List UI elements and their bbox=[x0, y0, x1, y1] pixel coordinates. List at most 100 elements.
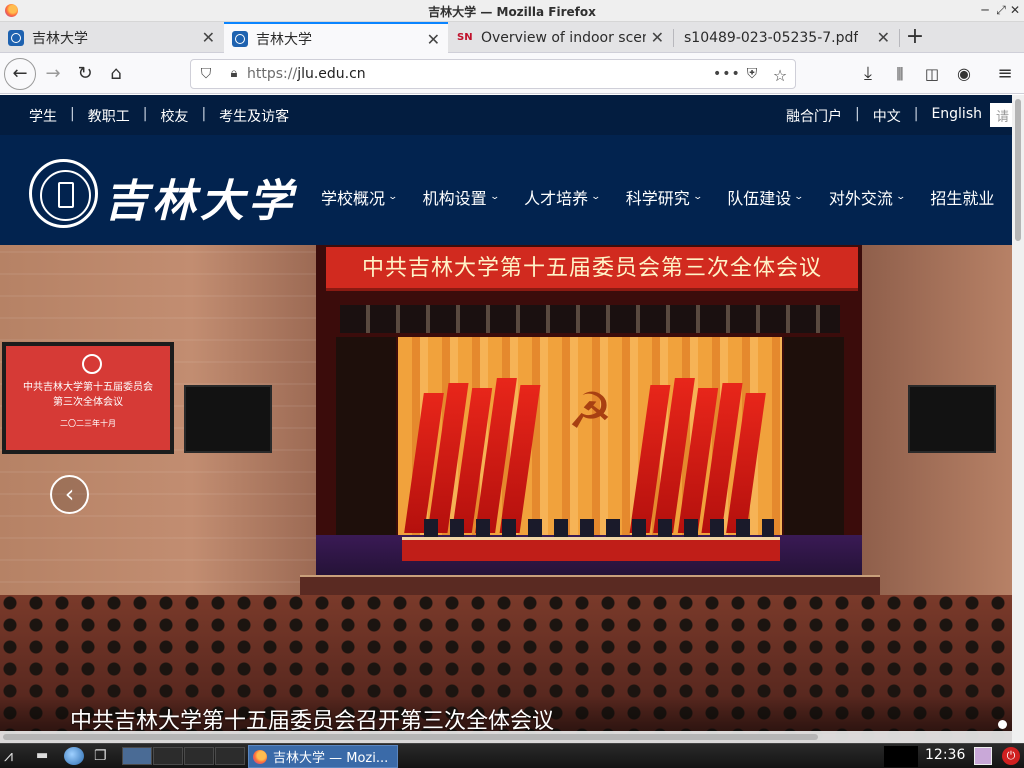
jlu-favicon-icon bbox=[232, 30, 248, 47]
user-icon[interactable] bbox=[974, 747, 992, 765]
tab-title: s10489-023-05235-7.pdf bbox=[684, 29, 859, 46]
divider: | bbox=[913, 106, 919, 122]
divider: | bbox=[70, 106, 75, 122]
window-titlebar: 吉林大学 — Mozilla Firefox ─ ⤢ ✕ bbox=[0, 0, 1024, 22]
slider-prev-icon[interactable]: ‹ bbox=[50, 475, 89, 514]
screen-seal-icon bbox=[82, 354, 102, 374]
workspace-1[interactable] bbox=[122, 747, 152, 765]
nav-item-admissions[interactable]: 招生就业 bbox=[930, 185, 994, 209]
tab-separator bbox=[899, 29, 900, 47]
browser-icon[interactable] bbox=[64, 747, 84, 765]
nav-label: 招生就业 bbox=[930, 189, 995, 208]
url-bar[interactable]: ⛉ 🔒︎ https://jlu.edu.cn ••• ⛨ ☆ bbox=[190, 59, 796, 89]
back-icon[interactable]: ← bbox=[4, 58, 36, 90]
slide-dot[interactable] bbox=[998, 720, 1007, 729]
party-emblem-icon: ☭ bbox=[567, 382, 613, 440]
workspace-3[interactable] bbox=[184, 747, 214, 765]
lock-icon[interactable]: 🔒︎ bbox=[225, 66, 243, 81]
horizontal-scrollbar[interactable] bbox=[0, 731, 1012, 743]
nav-label: 队伍建设 bbox=[727, 189, 792, 208]
more-dots-icon[interactable]: ••• bbox=[713, 66, 740, 82]
nav-item-faculty[interactable]: 队伍建设 ⌄ bbox=[727, 185, 805, 209]
sidebar-icon[interactable]: ◫ bbox=[917, 59, 947, 89]
home-icon[interactable]: ⌂ bbox=[101, 59, 131, 89]
nav-toolbar: ← → ↻ ⌂ ⛉ 🔒︎ https://jlu.edu.cn ••• ⛨ ☆ … bbox=[0, 53, 1024, 94]
restore-icon[interactable]: ⤢ bbox=[994, 2, 1008, 18]
link-alumni[interactable]: 校友 bbox=[160, 106, 188, 126]
link-chinese[interactable]: 中文 bbox=[873, 106, 901, 126]
account-icon[interactable]: ◉ bbox=[949, 59, 979, 89]
os-taskbar: ⩘ ▬ ❐ 吉林大学 — Mozi... 12:36 ⏻ bbox=[0, 743, 1024, 768]
star-icon[interactable]: ☆ bbox=[771, 66, 789, 85]
pocket-icon[interactable]: ⛨ bbox=[743, 66, 761, 82]
screen-date: 二〇二三年十月 bbox=[60, 419, 116, 428]
hero-slider[interactable]: 中共吉林大学第十五届委员会 第三次全体会议 二〇二三年十月 中共吉林大学第十五届… bbox=[0, 245, 1012, 743]
nav-item-education[interactable]: 人才培养 ⌄ bbox=[524, 185, 602, 209]
nav-label: 人才培养 bbox=[524, 189, 589, 208]
close-tab-icon[interactable]: ✕ bbox=[877, 28, 890, 47]
flags-right bbox=[629, 373, 776, 533]
chevron-down-icon: ⌄ bbox=[590, 192, 602, 202]
scrollbar-thumb[interactable] bbox=[3, 734, 818, 740]
vertical-scrollbar[interactable] bbox=[1012, 95, 1024, 743]
window-title: 吉林大学 — Mozilla Firefox bbox=[428, 5, 596, 19]
utility-links: 融合门户 | 中文 | English bbox=[786, 106, 982, 126]
taskbar-firefox-task[interactable]: 吉林大学 — Mozi... bbox=[248, 745, 398, 768]
tray-area bbox=[884, 746, 918, 767]
scrollbar-thumb[interactable] bbox=[1015, 99, 1021, 241]
power-icon[interactable]: ⏻ bbox=[1002, 747, 1020, 765]
stage-banner: 中共吉林大学第十五届委员会第三次全体会议 bbox=[326, 247, 858, 291]
logo-text[interactable]: 吉林大学 bbox=[104, 165, 296, 229]
library-icon[interactable]: ⫼ bbox=[885, 59, 915, 89]
divider: | bbox=[855, 106, 860, 122]
presidium-row bbox=[424, 519, 774, 539]
app-menu-icon[interactable]: ⩘ bbox=[4, 747, 24, 765]
url-host: jlu.edu.cn bbox=[297, 66, 366, 82]
tab-pdf[interactable]: s10489-023-05235-7.pdf ✕ bbox=[674, 22, 898, 53]
link-visitors[interactable]: 考生及访客 bbox=[219, 106, 289, 126]
link-portal[interactable]: 融合门户 bbox=[786, 106, 842, 126]
workspace-2[interactable] bbox=[153, 747, 183, 765]
site-search-input[interactable]: 请 bbox=[990, 103, 1012, 127]
main-nav: 学校概况 ⌄ 机构设置 ⌄ 人才培养 ⌄ 科学研究 ⌄ 队伍建设 ⌄ 对外交流 ⌄ 招生就业 bbox=[321, 185, 1012, 209]
close-tab-icon[interactable]: ✕ bbox=[202, 28, 215, 47]
shield-icon[interactable]: ⛉ bbox=[197, 66, 215, 82]
link-english[interactable]: English bbox=[931, 106, 982, 126]
nav-item-departments[interactable]: 机构设置 ⌄ bbox=[423, 185, 500, 209]
nav-item-research[interactable]: 科学研究 ⌄ bbox=[626, 185, 703, 209]
url-text[interactable]: https://jlu.edu.cn bbox=[247, 66, 366, 82]
link-students[interactable]: 学生 bbox=[29, 106, 57, 126]
task-label: 吉林大学 — Mozi... bbox=[273, 751, 389, 766]
nav-label: 对外交流 bbox=[828, 189, 893, 208]
files-icon[interactable]: ▬ bbox=[36, 747, 56, 765]
link-staff[interactable]: 教职工 bbox=[88, 106, 130, 126]
new-tab-icon[interactable]: + bbox=[902, 24, 928, 49]
download-icon[interactable]: ⤓ bbox=[853, 59, 883, 89]
workspace-4[interactable] bbox=[215, 747, 245, 765]
tab-strip: 吉林大学 ✕ 吉林大学 ✕ SN Overview of indoor scen… bbox=[0, 22, 1024, 53]
divider: | bbox=[201, 106, 207, 122]
nav-item-about[interactable]: 学校概况 ⌄ bbox=[321, 185, 398, 209]
page-viewport: 学生 | 教职工 | 校友 | 考生及访客 融合门户 | 中文 | Englis… bbox=[0, 95, 1012, 743]
curtain-side bbox=[784, 337, 844, 545]
curtain-side bbox=[336, 337, 396, 545]
close-tab-icon[interactable]: ✕ bbox=[427, 30, 440, 49]
forward-icon[interactable]: → bbox=[38, 59, 68, 89]
minimize-icon[interactable]: ─ bbox=[978, 2, 992, 18]
close-window-icon[interactable]: ✕ bbox=[1008, 2, 1022, 18]
chevron-down-icon: ⌄ bbox=[793, 192, 805, 202]
close-tab-icon[interactable]: ✕ bbox=[651, 28, 664, 47]
site-topbar: 学生 | 教职工 | 校友 | 考生及访客 融合门户 | 中文 | Englis… bbox=[0, 95, 1012, 135]
menu-icon[interactable]: ≡ bbox=[990, 59, 1020, 89]
windows-icon[interactable]: ❐ bbox=[94, 747, 114, 765]
reload-icon[interactable]: ↻ bbox=[70, 59, 100, 89]
nav-item-international[interactable]: 对外交流 ⌄ bbox=[828, 185, 906, 209]
chevron-down-icon: ⌄ bbox=[895, 192, 906, 202]
clock[interactable]: 12:36 bbox=[925, 747, 965, 763]
tab-overview[interactable]: SN Overview of indoor scen ✕ bbox=[449, 22, 672, 53]
tab-jlu-2-active[interactable]: 吉林大学 ✕ bbox=[224, 22, 448, 53]
audience-links: 学生 | 教职工 | 校友 | 考生及访客 bbox=[29, 106, 289, 126]
tab-jlu-1[interactable]: 吉林大学 ✕ bbox=[0, 22, 223, 53]
springer-nature-icon: SN bbox=[457, 32, 473, 43]
university-seal-icon[interactable] bbox=[29, 159, 98, 228]
